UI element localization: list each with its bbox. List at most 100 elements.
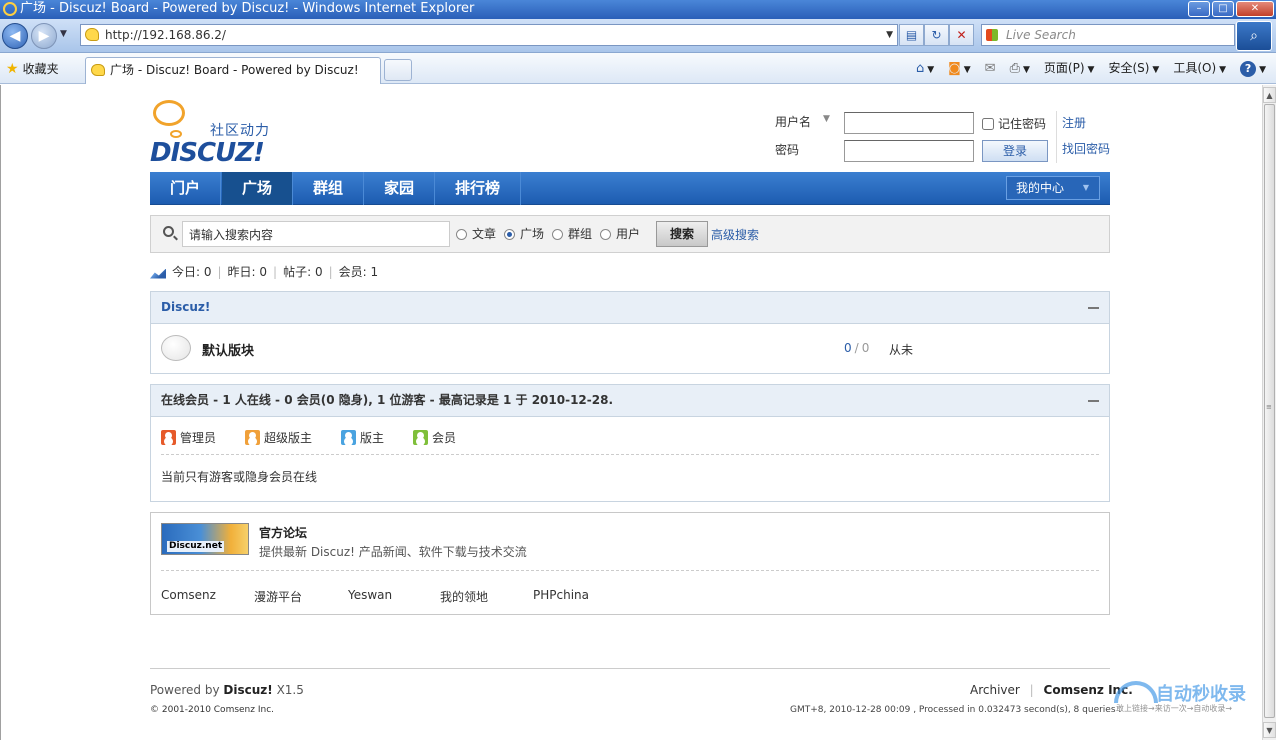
logo-bubble-icon [153,100,185,126]
live-search-box[interactable]: Live Search [981,24,1235,46]
collapse-icon[interactable] [1088,400,1099,402]
address-tools: ▤ ↻ ✕ [899,24,974,46]
page-favicon-icon [85,28,99,41]
safety-menu[interactable]: 安全(S) ▼ [1108,59,1159,79]
radio-square[interactable] [504,228,516,240]
vertical-scrollbar[interactable]: ▲ ≡ ▼ [1262,85,1276,740]
forum-post-count: 0 [861,341,870,355]
scroll-up-icon[interactable]: ▲ [1263,87,1276,103]
remember-password[interactable]: 记住密码 [982,115,1046,132]
search-type-square[interactable]: 广场 [504,226,544,242]
legend-super-moderator: 超级版主 [245,429,312,446]
member-user-icon [413,430,428,445]
online-members: 在线会员 - 1 人在线 - 0 会员(0 隐身), 1 位游客 - 最高记录是… [150,384,1110,502]
scroll-thumb[interactable] [1264,104,1275,718]
password-label: 密码 [775,143,800,157]
history-dropdown-icon[interactable]: ▼ [60,29,67,39]
forum-status-icon [161,335,191,361]
scroll-down-icon[interactable]: ▼ [1263,722,1276,738]
radio-user[interactable] [600,228,612,240]
nav-item-portal[interactable]: 门户 [150,172,221,205]
help-menu[interactable]: ? ▼ [1240,59,1266,79]
forward-button[interactable]: ▶ [31,23,57,49]
remember-checkbox[interactable] [982,118,994,130]
favorites-button[interactable]: ★ 收藏夹 [6,60,59,77]
my-center-label: 我的中心 [1016,181,1065,195]
feeds-button[interactable]: ◙ ▼ [948,59,971,79]
radio-group-label: 群组 [568,227,593,241]
my-center-dropdown[interactable]: 我的中心 ▼ [1006,176,1100,200]
powered-prefix: Powered by [150,683,220,697]
forgot-password-link[interactable]: 找回密码 [1062,140,1110,157]
register-link[interactable]: 注册 [1062,114,1086,131]
tab-favicon-icon [91,64,105,76]
search-type-user[interactable]: 用户 [600,226,640,242]
minimize-button[interactable]: – [1188,1,1210,17]
ie-logo-icon [3,2,17,16]
search-button[interactable]: 搜索 [656,221,708,247]
watermark-arc-icon [1114,681,1158,703]
online-legend: 管理员 超级版主 版主 会员 [161,417,1099,455]
link-yeswan[interactable]: Yeswan [348,588,392,602]
stop-icon[interactable]: ✕ [949,24,974,46]
password-field[interactable] [844,140,974,162]
search-type-group[interactable]: 群组 [552,226,592,242]
search-placeholder[interactable]: Live Search [1006,28,1076,42]
back-button[interactable]: ◀ [2,23,28,49]
category-title[interactable]: Discuz! [161,300,210,314]
nav-item-square[interactable]: 广场 [222,172,293,205]
official-forum-link[interactable]: 官方论坛 [259,524,307,541]
logo-wordmark: DISCUZ! [150,138,265,168]
online-title[interactable]: 在线会员 - 1 人在线 - 0 会员(0 隐身), 1 位游客 - 最高记录是… [161,393,613,407]
login-button[interactable]: 登录 [982,140,1048,162]
archiver-link[interactable]: Archiver [970,683,1020,697]
address-bar[interactable]: http://192.168.86.2/ ▼ [80,24,898,46]
compatibility-view-icon[interactable]: ▤ [899,24,924,46]
refresh-icon[interactable]: ↻ [924,24,949,46]
legend-super-moderator-label: 超级版主 [264,431,313,445]
page-menu[interactable]: 页面(P) ▼ [1044,59,1095,79]
close-window-button[interactable]: ✕ [1236,1,1274,17]
collapse-icon[interactable] [1088,307,1099,309]
nav-item-ranking[interactable]: 排行榜 [435,172,521,205]
footer-copyright: © 2001-2010 Comsenz Inc. [150,705,275,715]
home-button[interactable]: ⌂ ▼ [916,59,934,79]
mail-icon: ✉ [984,61,996,76]
maximize-button[interactable]: □ [1212,1,1234,17]
forum-last-post: 从未 [889,343,914,357]
discuz-net-banner[interactable]: Discuz.net [161,523,249,555]
link-manyou[interactable]: 漫游平台 [254,588,302,605]
new-tab-button[interactable] [384,59,412,81]
search-input[interactable] [182,221,450,247]
version: X1.5 [276,683,304,697]
advanced-search-link[interactable]: 高级搜索 [711,226,759,243]
stats-chart-icon [150,265,166,279]
nav-item-groups[interactable]: 群组 [293,172,364,205]
search-type-article[interactable]: 文章 [456,226,496,242]
online-header: 在线会员 - 1 人在线 - 0 会员(0 隐身), 1 位游客 - 最高记录是… [151,385,1109,417]
logo-slogan: 社区动力 [210,123,270,139]
window-title: 广场 - Discuz! Board - Powered by Discuz! … [20,1,475,16]
window-titlebar: 广场 - Discuz! Board - Powered by Discuz! … [0,0,1276,19]
powered-name-link[interactable]: Discuz! [223,683,272,697]
search-go-icon[interactable]: ⌕ [1236,21,1272,51]
watermark-logo: 自动秒收录 敢上链接→来访一次→自动收录→ [1108,679,1264,715]
link-comsenz[interactable]: Comsenz [161,588,216,602]
url-text[interactable]: http://192.168.86.2/ [105,28,226,42]
mail-button[interactable]: ✉ [985,59,996,79]
print-button[interactable]: ⎙ ▼ [1010,59,1030,79]
discuz-logo[interactable]: 社区动力 DISCUZ! [150,100,285,168]
radio-article[interactable] [456,228,467,240]
username-field[interactable] [844,112,974,134]
address-dropdown-icon[interactable]: ▼ [886,25,893,45]
tools-menu[interactable]: 工具(O) ▼ [1173,59,1226,79]
link-my-domain[interactable]: 我的领地 [440,588,488,605]
radio-group[interactable] [552,228,564,240]
nav-item-home[interactable]: 家园 [364,172,435,205]
link-phpchina[interactable]: PHPchina [533,588,589,602]
browser-tab-active[interactable]: 广场 - Discuz! Board - Powered by Discuz! [85,57,381,84]
footer-powered-by: Powered by Discuz! X1.5 [150,683,304,697]
login-type-dropdown-icon[interactable]: ▼ [823,114,830,124]
forum-name[interactable]: 默认版块 [202,340,254,359]
legend-moderator: 版主 [341,429,384,446]
